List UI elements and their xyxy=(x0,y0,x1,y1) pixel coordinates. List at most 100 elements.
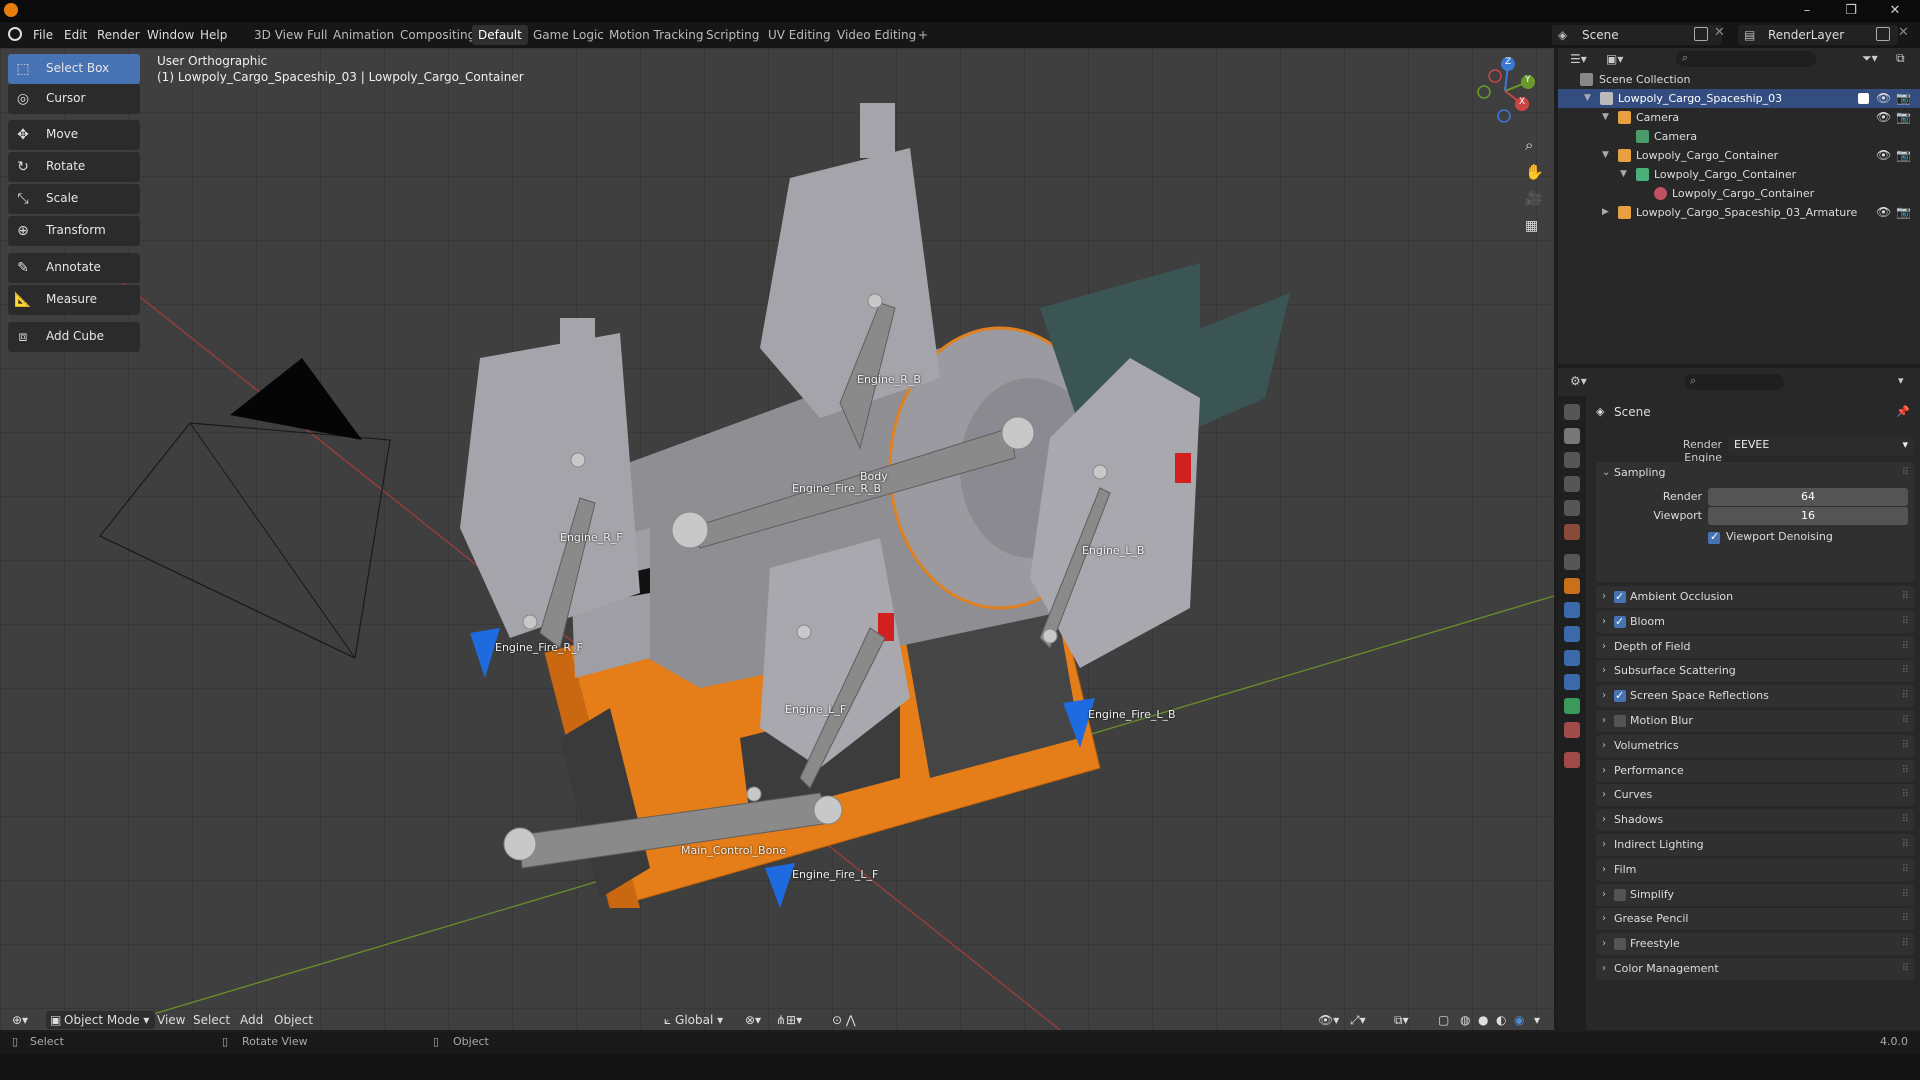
orientation-selector[interactable]: ⟀ Global ▾ xyxy=(664,1011,723,1029)
outliner-row-container-material[interactable]: Lowpoly_Cargo_Container xyxy=(1558,184,1920,203)
chevron-right-icon[interactable]: › xyxy=(1602,611,1606,633)
data-tab-icon[interactable] xyxy=(1564,698,1580,714)
tool-measure[interactable]: 📐 Measure xyxy=(8,285,140,315)
view-layer-selector[interactable]: ▤ RenderLayer xyxy=(1738,25,1898,45)
panel-checkbox[interactable] xyxy=(1614,685,1626,707)
chevron-right-icon[interactable]: › xyxy=(1602,685,1606,707)
mode-selector[interactable]: ▣ Object Mode ▾ xyxy=(46,1011,156,1029)
outliner-row-container-object[interactable]: ▼ Lowpoly_Cargo_Container 👁 📷 xyxy=(1558,146,1920,165)
outliner-editor-type-icon[interactable]: ☰▾ xyxy=(1570,52,1587,66)
view-menu[interactable]: View xyxy=(157,1011,185,1029)
menu-help[interactable]: Help xyxy=(200,26,227,44)
drag-handle-icon[interactable]: ⠿ xyxy=(1902,611,1909,633)
blender-menu-icon[interactable] xyxy=(8,27,22,41)
chevron-right-icon[interactable]: › xyxy=(1602,933,1606,955)
drag-handle-icon[interactable]: ⠿ xyxy=(1902,685,1909,707)
new-scene-icon[interactable] xyxy=(1694,27,1708,41)
proportional-edit-icon[interactable]: ⊙ ⋀ xyxy=(832,1011,856,1029)
drag-handle-icon[interactable]: ⠿ xyxy=(1902,834,1909,856)
material-shading-icon[interactable]: ◐ xyxy=(1496,1011,1506,1029)
panel-freestyle[interactable]: › Freestyle ⠿ xyxy=(1596,933,1914,956)
chevron-right-icon[interactable]: › xyxy=(1602,859,1606,881)
panel-indirect-lighting[interactable]: › Indirect Lighting ⠿ xyxy=(1596,834,1914,856)
properties-editor-type-icon[interactable]: ⚙▾ xyxy=(1570,374,1587,388)
pin-icon[interactable]: 📌 xyxy=(1896,405,1910,418)
editor-type-icon[interactable]: ⊕▾ xyxy=(12,1011,28,1029)
expand-icon[interactable]: ▼ xyxy=(1602,108,1609,127)
xray-icon[interactable]: ▢ xyxy=(1438,1011,1449,1029)
chevron-right-icon[interactable]: › xyxy=(1602,735,1606,757)
chevron-right-icon[interactable]: › xyxy=(1602,884,1606,906)
solid-shading-icon[interactable]: ● xyxy=(1478,1011,1488,1029)
properties-options-icon[interactable]: ▾ xyxy=(1898,374,1904,387)
display-mode-icon[interactable]: ▣▾ xyxy=(1606,52,1623,66)
view-layer-tab-icon[interactable] xyxy=(1564,476,1580,492)
render-camera-icon[interactable]: 📷 xyxy=(1896,203,1911,222)
outliner-search-input[interactable]: ⌕ xyxy=(1676,51,1816,67)
chevron-down-icon[interactable]: ⌄ xyxy=(1602,462,1610,484)
panel-performance[interactable]: › Performance ⠿ xyxy=(1596,759,1914,782)
chevron-right-icon[interactable]: › xyxy=(1602,660,1606,682)
select-menu[interactable]: Select xyxy=(193,1011,230,1029)
maximize-button[interactable]: ❐ xyxy=(1836,2,1866,20)
menu-window[interactable]: Window xyxy=(147,26,194,44)
pan-hand-icon[interactable]: ✋ xyxy=(1525,163,1544,181)
render-camera-icon[interactable]: 📷 xyxy=(1896,108,1911,127)
render-engine-dropdown[interactable]: EEVEE ▾ xyxy=(1728,435,1914,455)
modifier-tab-icon[interactable] xyxy=(1564,602,1580,618)
drag-handle-icon[interactable]: ⠿ xyxy=(1902,958,1909,980)
workspace-tab-animation[interactable]: Animation xyxy=(327,25,400,45)
panel-motion-blur[interactable]: › Motion Blur ⠿ xyxy=(1596,710,1914,732)
eye-icon[interactable]: 👁 xyxy=(1876,146,1891,165)
add-menu[interactable]: Add xyxy=(240,1011,263,1029)
outliner-row-camera[interactable]: ▼ Camera 👁 📷 xyxy=(1558,108,1920,127)
chevron-right-icon[interactable]: › xyxy=(1602,958,1606,980)
workspace-tab-game-logic[interactable]: Game Logic xyxy=(527,25,610,45)
drag-handle-icon[interactable]: ⠿ xyxy=(1902,859,1909,881)
outliner-row-camera-data[interactable]: Camera xyxy=(1558,127,1920,146)
object-tab-icon[interactable] xyxy=(1564,578,1580,594)
texture-tab-icon[interactable] xyxy=(1564,752,1580,768)
drag-handle-icon[interactable]: ⠿ xyxy=(1902,760,1909,782)
workspace-tab-compositing[interactable]: Compositing xyxy=(394,25,481,45)
panel-volumetrics[interactable]: › Volumetrics ⠿ xyxy=(1596,734,1914,757)
checkbox-icon[interactable] xyxy=(1858,93,1869,104)
constraints-tab-icon[interactable] xyxy=(1564,674,1580,690)
collapse-icon[interactable]: ▶ xyxy=(1602,203,1609,222)
panel-depth-of-field[interactable]: › Depth of Field ⠿ xyxy=(1596,635,1914,658)
menu-render[interactable]: Render xyxy=(97,26,140,44)
3d-viewport[interactable]: ⬚ Select Box ◎ Cursor ✥ Move ↻ Rotate ⤡ … xyxy=(0,48,1554,1030)
visibility-icon[interactable]: 👁▾ xyxy=(1318,1011,1339,1029)
eye-icon[interactable]: 👁 xyxy=(1876,203,1891,222)
panel-checkbox[interactable] xyxy=(1614,611,1626,633)
drag-handle-icon[interactable]: ⠿ xyxy=(1902,710,1909,732)
tool-tab-icon[interactable] xyxy=(1564,404,1580,420)
overlays-icon[interactable]: ⧉▾ xyxy=(1394,1011,1409,1029)
expand-icon[interactable]: ▼ xyxy=(1602,146,1609,165)
collection-tab-icon[interactable] xyxy=(1564,554,1580,570)
new-collection-icon[interactable]: ⧉ xyxy=(1896,51,1905,66)
drag-handle-icon[interactable]: ⠿ xyxy=(1902,884,1909,906)
render-camera-icon[interactable]: 📷 xyxy=(1896,89,1911,108)
tool-move[interactable]: ✥ Move xyxy=(8,120,140,150)
expand-icon[interactable]: ▼ xyxy=(1584,89,1591,108)
panel-simplify[interactable]: › Simplify ⠿ xyxy=(1596,883,1914,906)
perspective-grid-icon[interactable]: ▦ xyxy=(1525,218,1538,234)
render-samples-field[interactable]: 64 xyxy=(1708,488,1908,506)
outliner-row-spaceship[interactable]: ▼ Lowpoly_Cargo_Spaceship_03 👁 📷 xyxy=(1558,89,1920,108)
rendered-shading-icon[interactable]: ◉ xyxy=(1514,1011,1524,1029)
chevron-right-icon[interactable]: › xyxy=(1602,710,1606,732)
navigation-gizmo[interactable]: Z Y X xyxy=(1470,56,1540,126)
panel-checkbox[interactable] xyxy=(1614,888,1626,901)
tool-rotate[interactable]: ↻ Rotate xyxy=(8,152,140,182)
render-camera-icon[interactable]: 📷 xyxy=(1896,146,1911,165)
tool-cursor[interactable]: ◎ Cursor xyxy=(8,84,140,114)
panel-grease-pencil[interactable]: › Grease Pencil ⠿ xyxy=(1596,908,1914,931)
panel-checkbox[interactable] xyxy=(1614,715,1626,727)
outliner-row-container-mesh[interactable]: ▼ Lowpoly_Cargo_Container xyxy=(1558,165,1920,184)
object-menu[interactable]: Object xyxy=(274,1011,313,1029)
panel-film[interactable]: › Film ⠿ xyxy=(1596,858,1914,881)
filter-icon[interactable]: ⏷▾ xyxy=(1862,51,1878,66)
workspace-tab-uv-editing[interactable]: UV Editing xyxy=(762,25,837,45)
render-tab-icon[interactable] xyxy=(1564,428,1580,444)
